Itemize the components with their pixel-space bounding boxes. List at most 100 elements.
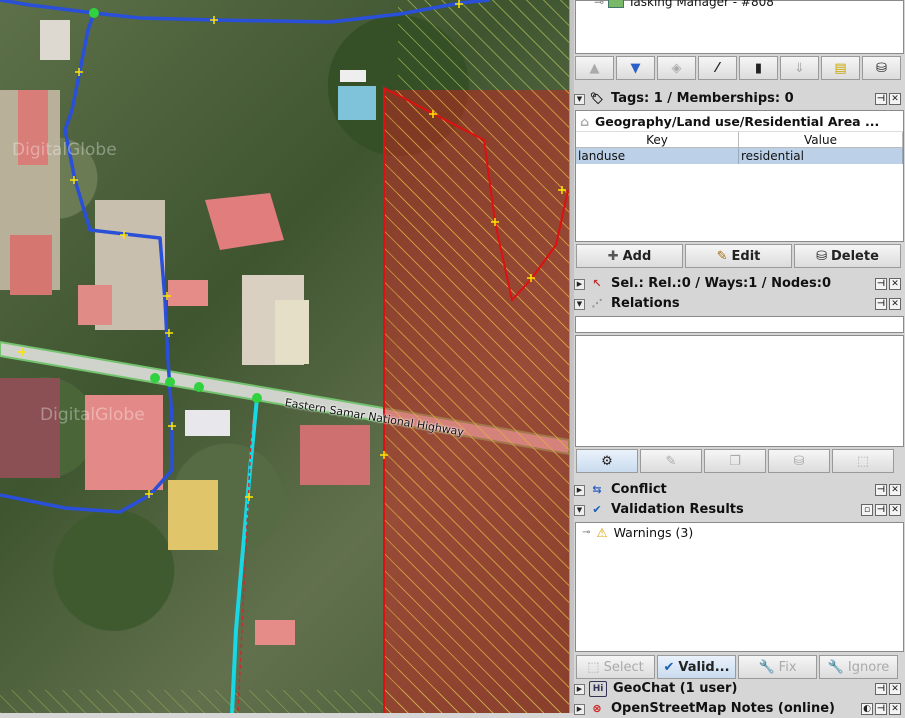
delete-relation-button[interactable]: ⛁ <box>768 449 830 473</box>
validate-button[interactable]: ✔ Valid... <box>657 655 736 679</box>
close-icon[interactable]: ✕ <box>889 484 901 496</box>
tags-table-area: ⌂ Geography/Land use/Residential Area ..… <box>575 110 904 242</box>
detach-icon[interactable]: ⊣ <box>875 484 887 496</box>
relations-panel-title: Relations <box>611 296 680 311</box>
map-buildings <box>0 20 376 645</box>
detach-icon[interactable]: ⊣ <box>875 278 887 290</box>
warning-icon: ⚠ <box>596 525 608 540</box>
trash-icon: ⛁ <box>816 248 827 264</box>
collapse-icon[interactable]: ▼ <box>574 93 585 105</box>
detach-icon[interactable]: ⊣ <box>875 703 887 715</box>
opacity-button[interactable]: ▮ <box>739 56 778 80</box>
layer-info-button[interactable]: ▤ <box>821 56 860 80</box>
trash-icon: ⛁ <box>793 453 805 469</box>
expand-icon[interactable]: ▶ <box>574 683 585 695</box>
map-view[interactable]: DigitalGlobe DigitalGlobe Eastern Samar … <box>0 0 569 713</box>
close-icon[interactable]: ✕ <box>889 504 901 516</box>
layer-toolbar: ▲ ▼ ◈ ⁄ ▮ ⇓ ▤ ⛁ <box>575 56 901 80</box>
merge-icon: ◈ <box>671 60 682 76</box>
validation-tree[interactable]: ⊸ ⚠ Warnings (3) <box>575 522 904 652</box>
selection-panel-title: Sel.: Rel.:0 / Ways:1 / Nodes:0 <box>611 276 831 291</box>
close-icon[interactable]: ✕ <box>889 93 901 105</box>
tags-toolbar: ✚ Add ✎ Edit ⛁ Delete <box>576 244 901 268</box>
show-hide-button[interactable]: ⁄ <box>698 56 737 80</box>
map-canvas[interactable] <box>0 0 569 713</box>
collapse-icon[interactable]: ▼ <box>574 298 585 310</box>
relations-toolbar: ⚙ ✎ ❐ ⛁ ⬚ <box>576 449 894 473</box>
conflict-panel-header[interactable]: ▶ ⇆ Conflict ⊣ ✕ <box>574 481 904 499</box>
move-up-button[interactable]: ▲ <box>575 56 614 80</box>
trash-icon: ⛁ <box>876 60 887 76</box>
close-icon[interactable]: ✕ <box>889 683 901 695</box>
duplicate-icon: ⇓ <box>794 60 805 76</box>
validation-panel-title: Validation Results <box>611 502 744 517</box>
delete-tag-button[interactable]: ⛁ Delete <box>794 244 901 268</box>
close-icon[interactable]: ✕ <box>889 278 901 290</box>
tags-panel-title: Tags: 1 / Memberships: 0 <box>611 91 794 106</box>
select-icon: ⬚ <box>856 453 870 469</box>
add-tag-button[interactable]: ✚ Add <box>576 244 683 268</box>
move-down-button[interactable]: ▼ <box>616 56 655 80</box>
table-row[interactable]: landuse residential <box>576 147 903 164</box>
merge-layer-button[interactable]: ◈ <box>657 56 696 80</box>
preset-row[interactable]: ⌂ Geography/Land use/Residential Area ..… <box>576 111 903 132</box>
select-relation-button[interactable]: ⬚ <box>832 449 894 473</box>
ignore-button[interactable]: 🔧 Ignore <box>819 655 898 679</box>
selection-panel-header[interactable]: ▶ ↖ Sel.: Rel.:0 / Ways:1 / Nodes:0 ⊣ ✕ <box>574 275 904 293</box>
detach-icon[interactable]: ⊣ <box>875 504 887 516</box>
edit-tag-button[interactable]: ✎ Edit <box>685 244 792 268</box>
value-column-header[interactable]: Value <box>738 132 903 148</box>
ignore-button-label: Ignore <box>847 659 890 675</box>
delete-layer-button[interactable]: ⛁ <box>862 56 901 80</box>
select-button[interactable]: ⬚ Select <box>576 655 655 679</box>
opacity-icon: ▮ <box>754 60 763 76</box>
relations-list[interactable] <box>575 335 904 447</box>
relations-filter-input[interactable] <box>575 316 904 333</box>
preset-label: Geography/Land use/Residential Area ... <box>594 113 880 129</box>
validation-panel-header[interactable]: ▼ ✔ Validation Results ▫ ⊣ ✕ <box>574 501 904 519</box>
tags-table[interactable]: Key Value landuse residential <box>576 132 903 164</box>
footpath-line[interactable] <box>230 397 259 713</box>
expand-icon[interactable]: ▶ <box>574 484 585 496</box>
layer-list[interactable]: ⊸ Tasking Manager - #808 <box>575 0 904 54</box>
arrow-down-icon: ▼ <box>630 60 641 76</box>
expand-icon[interactable]: ▶ <box>574 278 585 290</box>
edit-button-label: Edit <box>731 248 761 264</box>
tree-item-warnings[interactable]: ⊸ ⚠ Warnings (3) <box>582 525 693 540</box>
relations-panel-header[interactable]: ▼ ⋰ Relations ⊣ ✕ <box>574 295 904 313</box>
select-button-label: Select <box>603 659 644 675</box>
key-column-header[interactable]: Key <box>576 132 739 148</box>
validation-toolbar: ⬚ Select ✔ Valid... 🔧 Fix 🔧 Ignore <box>576 655 898 679</box>
notes-panel-header[interactable]: ▶ ⊗ OpenStreetMap Notes (online) ◐ ⊣ ✕ <box>574 700 904 718</box>
arrow-up-icon: ▲ <box>589 60 600 76</box>
relations-icon: ⋰ <box>591 297 603 310</box>
layer-item[interactable]: ⊸ Tasking Manager - #808 <box>594 0 774 9</box>
edit-relation-button[interactable]: ✎ <box>640 449 702 473</box>
collapse-icon[interactable]: ▼ <box>574 504 585 516</box>
settings-icon[interactable]: ▫ <box>861 504 873 516</box>
notes-error-icon: ⊗ <box>592 702 602 715</box>
detach-icon[interactable]: ⊣ <box>875 298 887 310</box>
tag-value[interactable]: residential <box>738 147 903 164</box>
duplicate-relation-button[interactable]: ❐ <box>704 449 766 473</box>
duplicate-icon: ❐ <box>729 453 741 469</box>
geochat-panel-header[interactable]: ▶ Hi GeoChat (1 user) ⊣ ✕ <box>574 680 904 698</box>
tag-key[interactable]: landuse <box>576 147 739 164</box>
select-icon: ⬚ <box>587 659 600 675</box>
imagery-watermark: DigitalGlobe <box>12 140 117 160</box>
selection-icon: ↖ <box>592 277 602 290</box>
new-relation-button[interactable]: ⚙ <box>576 449 638 473</box>
close-icon[interactable]: ✕ <box>889 703 901 715</box>
add-relation-icon: ⚙ <box>601 453 613 469</box>
duplicate-layer-button[interactable]: ⇓ <box>780 56 819 80</box>
tree-handle-icon[interactable]: ⊸ <box>582 527 590 538</box>
layer-item-label: Tasking Manager - #808 <box>628 0 774 9</box>
warnings-label: Warnings (3) <box>613 525 694 540</box>
tags-panel-header[interactable]: ▼ 🏷 Tags: 1 / Memberships: 0 ⊣ ✕ <box>574 90 904 108</box>
fix-button[interactable]: 🔧 Fix <box>738 655 817 679</box>
detach-icon[interactable]: ⊣ <box>875 683 887 695</box>
detach-icon[interactable]: ⊣ <box>875 93 887 105</box>
close-icon[interactable]: ✕ <box>889 298 901 310</box>
imagery-watermark: DigitalGlobe <box>40 405 145 425</box>
toggle-icon[interactable]: ◐ <box>861 703 873 715</box>
